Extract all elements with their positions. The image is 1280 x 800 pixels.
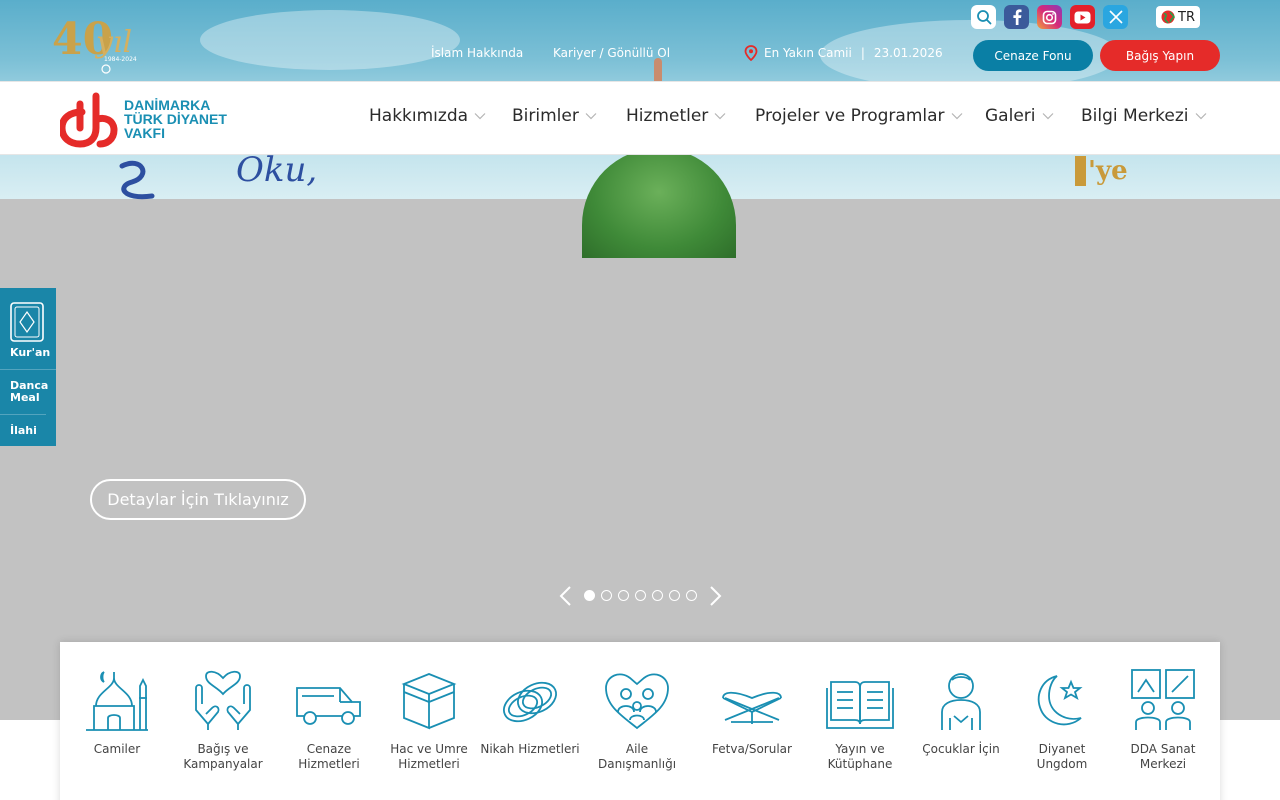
service-funeral[interactable]: Cenaze Hizmetleri — [279, 668, 379, 772]
facebook-icon[interactable] — [1004, 5, 1029, 29]
service-youth[interactable]: Diyanet Ungdom — [1012, 668, 1112, 772]
hero-text-left: Oku, — [236, 150, 318, 190]
nav-info-center-label: Bilgi Merkezi — [1081, 106, 1189, 126]
donation-hands-icon — [195, 670, 251, 730]
service-marriage[interactable]: Nikah Hizmetleri — [480, 668, 580, 757]
nav-about[interactable]: Hakkımızda — [369, 106, 486, 126]
donate-button[interactable]: Bağış Yapın — [1100, 40, 1220, 71]
dtv-logo-icon — [60, 92, 118, 148]
service-donations[interactable]: Bağış ve Kampanyalar — [173, 668, 273, 772]
nav-projects[interactable]: Projeler ve Programlar — [755, 106, 963, 126]
anniversary-years: 1984-2024 — [104, 56, 137, 63]
service-label: Aile Danışmanlığı — [597, 742, 677, 771]
islam-link[interactable]: İslam Hakkında — [431, 46, 523, 60]
book-icon — [826, 681, 894, 729]
service-label: Nikah Hizmetleri — [480, 742, 580, 756]
kaaba-icon — [401, 673, 457, 730]
green-dome-image — [582, 148, 736, 258]
nearest-mosque-link[interactable]: En Yakın Camii | 23.01.2026 — [744, 45, 943, 61]
slider-dot[interactable] — [635, 590, 646, 601]
nav-services-label: Hizmetler — [626, 106, 709, 126]
slider-dot[interactable] — [584, 590, 595, 601]
nearest-mosque-label: En Yakın Camii — [764, 46, 852, 60]
service-label: DDA Sanat Merkezi — [1130, 742, 1196, 771]
service-mosques[interactable]: Camiler — [67, 668, 167, 757]
chevron-down-icon — [474, 113, 486, 120]
service-publications[interactable]: Yayın ve Kütüphane — [810, 668, 910, 772]
funeral-van-icon — [296, 687, 361, 725]
service-hajj[interactable]: Hac ve Umre Hizmetleri — [379, 668, 479, 772]
funeral-fund-button[interactable]: Cenaze Fonu — [973, 40, 1093, 71]
rings-icon — [503, 681, 557, 723]
side-tab-hymns[interactable]: İlahi — [0, 415, 56, 446]
slider-dot[interactable] — [652, 590, 663, 601]
side-tab-danish-meal[interactable]: Danca Meal — [0, 370, 48, 415]
service-label: Camiler — [93, 742, 141, 756]
hero-text-right: 'ye — [1075, 156, 1128, 186]
slider-dot[interactable] — [601, 590, 612, 601]
slider-dot[interactable] — [686, 590, 697, 601]
anniversary-word: yıl — [94, 25, 132, 60]
chevron-down-icon — [1195, 113, 1206, 120]
service-label: Çocuklar İçin — [922, 742, 1000, 756]
nav-projects-label: Projeler ve Programlar — [755, 106, 945, 126]
service-family-counseling[interactable]: Aile Danışmanlığı — [587, 668, 687, 772]
service-fatwa[interactable]: Fetva/Sorular — [702, 668, 802, 757]
child-icon — [941, 673, 981, 730]
brand-line-3: VAKFI — [124, 125, 165, 141]
side-tab-quran[interactable]: Kur'an — [0, 288, 56, 370]
slider-dot[interactable] — [669, 590, 680, 601]
mosque-icon — [86, 671, 148, 731]
youtube-icon[interactable] — [1070, 5, 1095, 29]
side-tab-quran-label: Kur'an — [10, 346, 51, 359]
language-code: TR — [1178, 9, 1195, 25]
globe-icon — [1161, 10, 1175, 24]
instagram-icon[interactable] — [1037, 5, 1062, 29]
language-selector[interactable]: TR — [1156, 6, 1200, 28]
nav-services[interactable]: Hizmetler — [626, 106, 726, 126]
nav-about-label: Hakkımızda — [369, 106, 469, 126]
chevron-down-icon — [1042, 113, 1053, 120]
divider: | — [860, 46, 865, 60]
service-art-center[interactable]: DDA Sanat Merkezi — [1113, 668, 1213, 772]
open-quran-icon — [722, 691, 782, 724]
side-tabs: Kur'an Danca Meal İlahi — [0, 288, 56, 446]
family-heart-icon — [605, 673, 669, 730]
nav-gallery[interactable]: Galeri — [985, 106, 1054, 126]
career-volunteer-link[interactable]: Kariyer / Gönüllü Ol — [553, 46, 670, 60]
x-icon[interactable] — [1103, 5, 1128, 29]
slider-prev-arrow-icon[interactable] — [558, 585, 574, 607]
art-center-icon — [1131, 669, 1195, 730]
nav-units[interactable]: Birimler — [512, 106, 597, 126]
service-label: Bağış ve Kampanyalar — [183, 742, 263, 771]
chevron-down-icon — [951, 113, 962, 120]
search-icon[interactable] — [971, 5, 996, 29]
slider-dot[interactable] — [618, 590, 629, 601]
service-label: Diyanet Ungdom — [1036, 742, 1088, 771]
details-button[interactable]: Detaylar İçin Tıklayınız — [90, 479, 306, 520]
current-date: 23.01.2026 — [873, 46, 943, 60]
main-navbar: DANİMARKA TÜRK DİYANET VAKFI Hakkımızda … — [0, 81, 1280, 155]
calligraphy-image — [119, 160, 155, 200]
quran-book-icon — [10, 302, 44, 342]
services-bar: Camiler Bağış ve Kampanyalar Cenaze Hizm… — [60, 642, 1220, 800]
nav-units-label: Birimler — [512, 106, 579, 126]
service-label: Hac ve Umre Hizmetleri — [390, 742, 468, 771]
anniversary-logo[interactable]: 40 yıl 1984-2024 — [52, 6, 148, 76]
service-label: Fetva/Sorular — [712, 742, 792, 756]
brand-line-1: DANİMARKA — [124, 97, 211, 113]
slider-next-arrow-icon[interactable] — [707, 585, 723, 607]
crescent-star-icon — [1037, 675, 1083, 726]
brand-line-2: TÜRK DİYANET — [124, 111, 227, 127]
chevron-down-icon — [585, 113, 597, 120]
service-label: Yayın ve Kütüphane — [827, 742, 893, 771]
location-pin-icon — [744, 45, 758, 61]
site-logo[interactable]: DANİMARKA TÜRK DİYANET VAKFI — [60, 90, 227, 148]
chevron-down-icon — [714, 113, 726, 120]
nav-gallery-label: Galeri — [985, 106, 1036, 126]
nav-info-center[interactable]: Bilgi Merkezi — [1081, 106, 1207, 126]
service-label: Cenaze Hizmetleri — [298, 742, 360, 771]
service-children[interactable]: Çocuklar İçin — [911, 668, 1011, 757]
